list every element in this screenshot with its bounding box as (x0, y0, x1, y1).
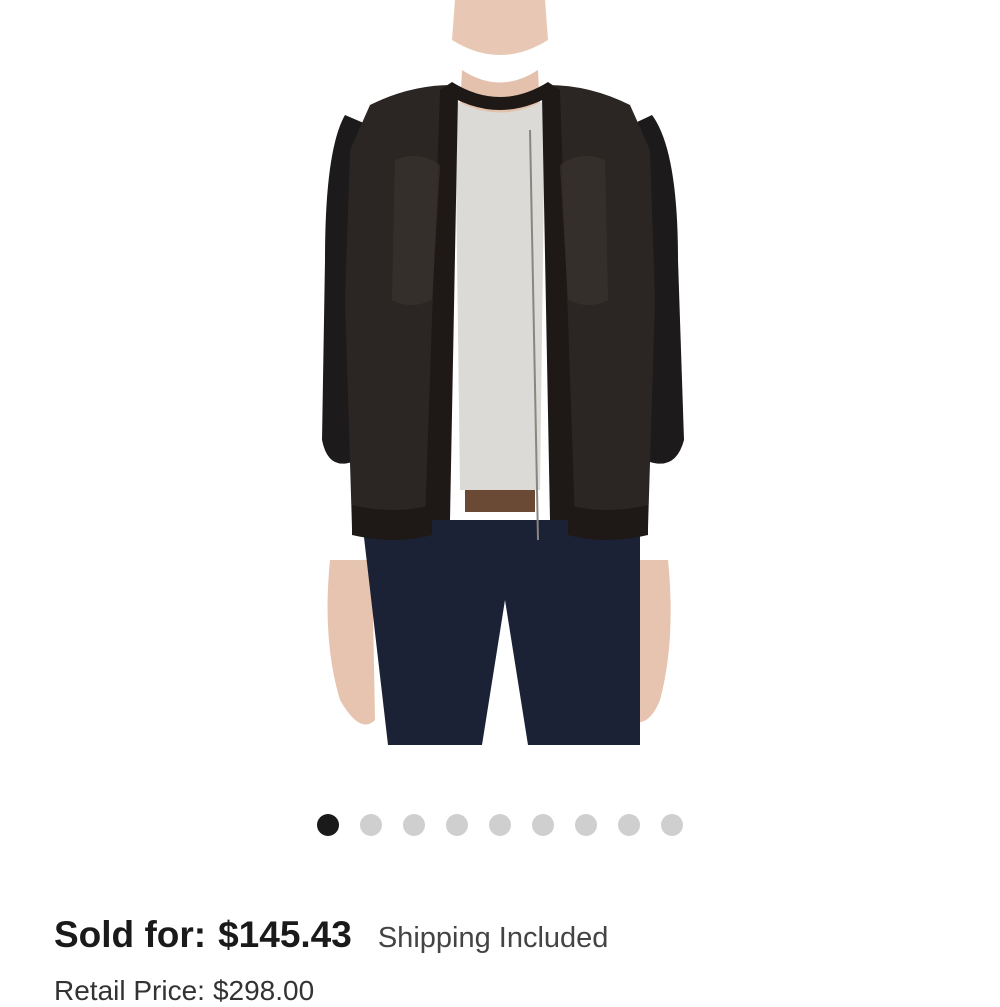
image-carousel-dots (0, 814, 1000, 836)
model-left-hand (327, 560, 375, 725)
retail-price-row: Retail Price: $298.00 (54, 975, 314, 1007)
model-neck (452, 0, 548, 55)
sold-price: $145.43 (218, 914, 352, 955)
retail-price-label: Retail Price: (54, 975, 205, 1006)
jacket-leather-highlight-right (560, 156, 608, 305)
carousel-dot-9[interactable] (661, 814, 683, 836)
carousel-dot-6[interactable] (532, 814, 554, 836)
carousel-dot-3[interactable] (403, 814, 425, 836)
carousel-dot-5[interactable] (489, 814, 511, 836)
shipping-included-note: Shipping Included (377, 922, 609, 954)
sold-for-label: Sold for: (54, 914, 207, 955)
jacket-illustration (322, 0, 684, 745)
jacket-fur-hem-left (352, 505, 432, 540)
product-photo[interactable] (0, 0, 1000, 790)
carousel-dot-8[interactable] (618, 814, 640, 836)
model-jeans (362, 520, 640, 745)
price-row: Sold for: $145.43 Shipping Included (54, 914, 608, 956)
jacket-leather-highlight-left (392, 156, 440, 305)
carousel-dot-2[interactable] (360, 814, 382, 836)
jacket-fur-hem-right (568, 505, 648, 540)
carousel-dot-4[interactable] (446, 814, 468, 836)
model-belt (465, 490, 535, 512)
retail-price-value: $298.00 (212, 975, 315, 1006)
carousel-dot-7[interactable] (575, 814, 597, 836)
carousel-dot-1[interactable] (317, 814, 339, 836)
